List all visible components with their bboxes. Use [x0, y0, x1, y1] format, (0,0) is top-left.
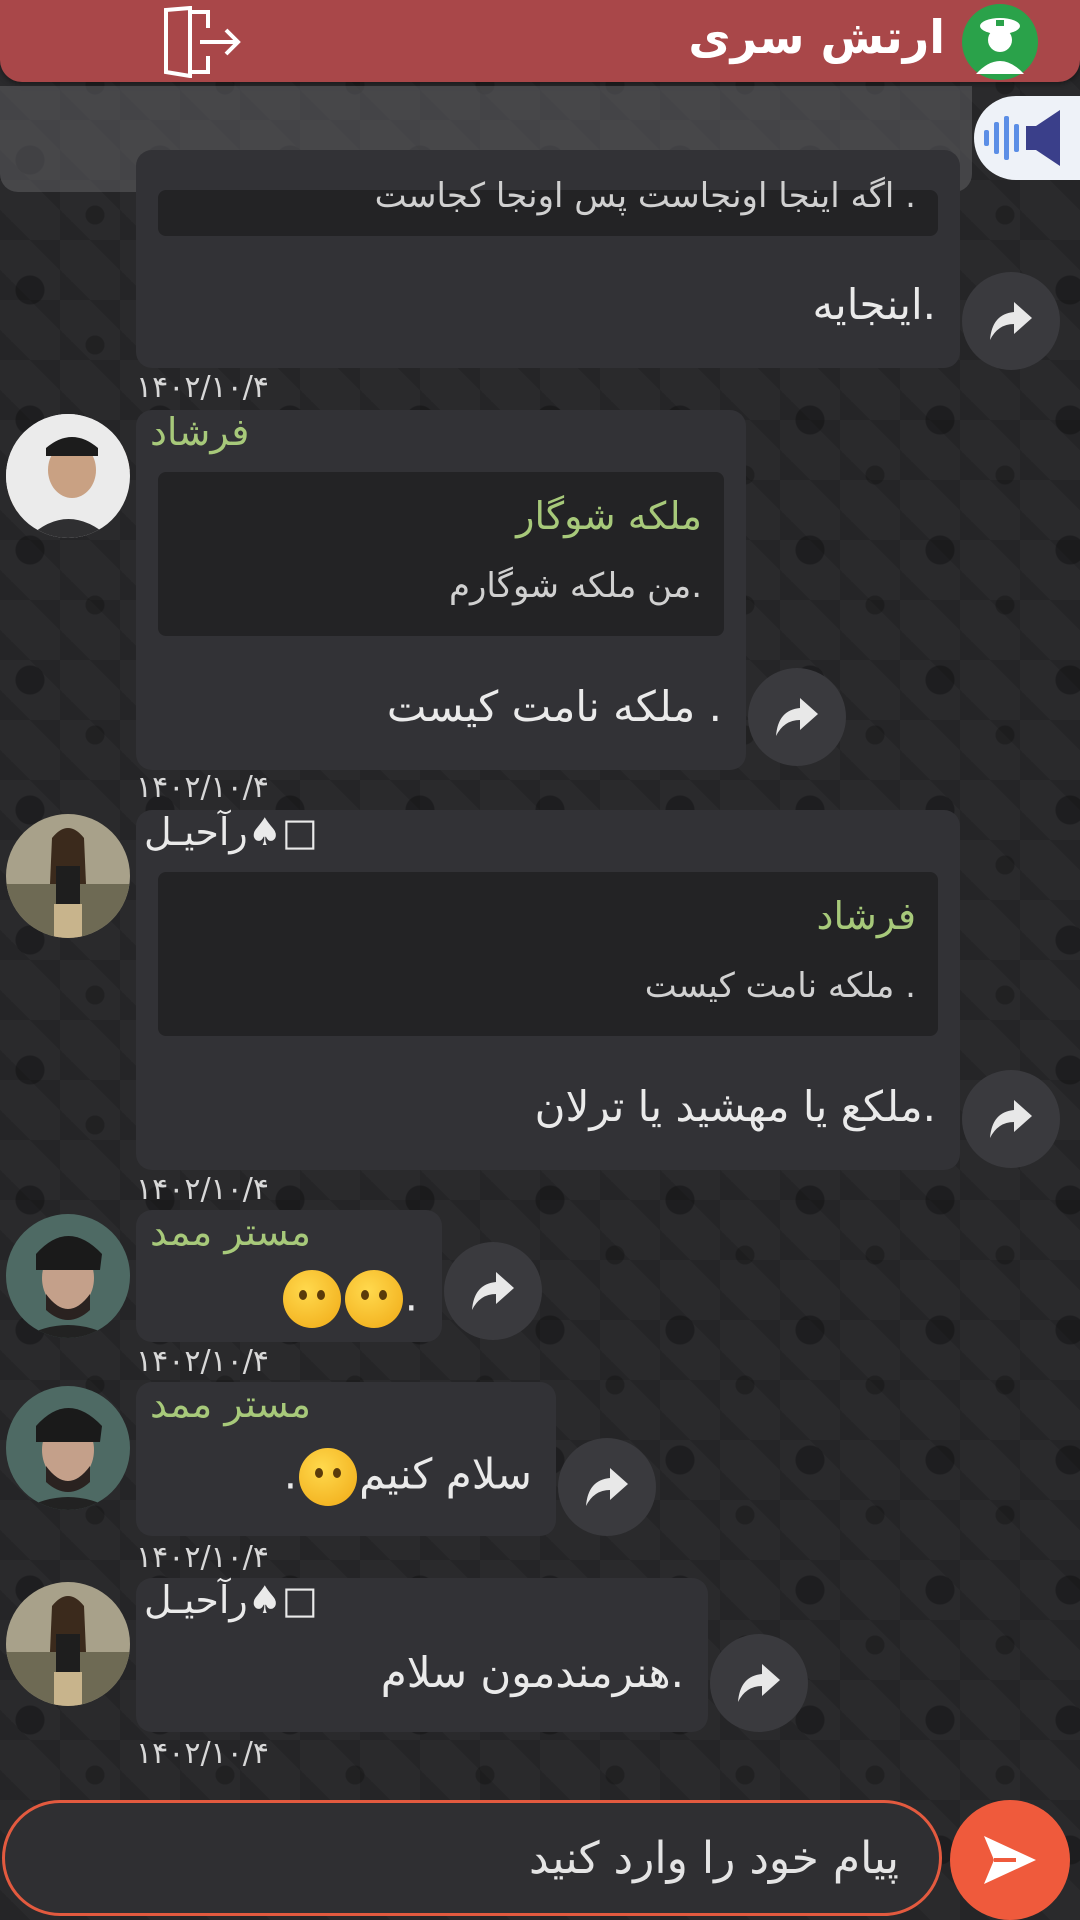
message-bubble[interactable]: مستر ممد .	[136, 1210, 442, 1342]
message-bubble[interactable]: رآحیـل♠□ فرشاد ملکه نامت کیست . ملکع یا …	[136, 810, 960, 1170]
forward-icon[interactable]	[710, 1634, 808, 1732]
forward-icon[interactable]	[558, 1438, 656, 1536]
forward-icon[interactable]	[962, 1070, 1060, 1168]
quoted-text: من ملکه شوگارم.	[448, 566, 702, 606]
sender-name: رآحیـل♠□	[144, 1578, 318, 1622]
message-text: .	[281, 1270, 418, 1328]
exit-door-icon[interactable]	[160, 5, 244, 79]
sender-name: رآحیـل♠□	[144, 810, 318, 854]
message-bubble[interactable]: رآحیـل♠□ هنرمندمون سلام.	[136, 1578, 708, 1732]
thinking-face-icon	[299, 1448, 358, 1506]
message-bubble[interactable]: اگه اینجا اونجاست پس اونجا کجاست . اینجا…	[136, 150, 960, 368]
message-date: ۱۴۰۲/۱۰/۴	[136, 1344, 270, 1379]
quoted-message: اگه اینجا اونجاست پس اونجا کجاست .	[158, 176, 938, 236]
sender-name: مستر ممد	[150, 1210, 312, 1254]
avatar[interactable]	[6, 1386, 130, 1510]
avatar[interactable]	[6, 414, 130, 538]
forward-icon[interactable]	[962, 272, 1060, 370]
send-arrow-icon	[984, 1836, 1036, 1884]
quoted-sender: فرشاد	[816, 894, 916, 938]
message-text: . سلام کنیم	[284, 1448, 532, 1506]
message-date: ۱۴۰۲/۱۰/۴	[136, 1736, 270, 1771]
sender-name: مستر ممد	[150, 1382, 312, 1426]
quoted-message: ملکه شوگار من ملکه شوگارم.	[158, 472, 724, 636]
forward-icon[interactable]	[444, 1242, 542, 1340]
message-input-wrapper	[2, 1800, 942, 1916]
message-date: ۱۴۰۲/۱۰/۴	[136, 1540, 270, 1575]
message-text: هنرمندمون سلام.	[380, 1648, 684, 1697]
page-title: ارتش سری	[688, 10, 945, 64]
message-date: ۱۴۰۲/۱۰/۴	[136, 770, 270, 805]
avatar[interactable]	[6, 1214, 130, 1338]
send-button[interactable]	[950, 1800, 1070, 1920]
voice-wave-icon[interactable]	[974, 96, 1080, 180]
message-text: ملکع یا مهشید یا ترلان.	[534, 1082, 936, 1131]
thinking-face-icon	[282, 1270, 341, 1328]
quoted-text: ملکه نامت کیست .	[644, 966, 916, 1006]
quoted-sender: ملکه شوگار	[516, 494, 702, 538]
message-date: ۱۴۰۲/۱۰/۴	[136, 370, 270, 405]
forward-icon[interactable]	[748, 668, 846, 766]
message-text: اینجایه.	[812, 280, 936, 329]
soldier-avatar-icon[interactable]	[962, 4, 1038, 80]
message-text: ملکه نامت کیست .	[386, 682, 722, 731]
message-bubble[interactable]: مستر ممد . سلام کنیم	[136, 1382, 556, 1536]
avatar[interactable]	[6, 1582, 130, 1706]
quoted-message: فرشاد ملکه نامت کیست .	[158, 872, 938, 1036]
thinking-face-icon	[344, 1270, 403, 1328]
avatar[interactable]	[6, 814, 130, 938]
app-header: ارتش سری	[0, 0, 1080, 82]
message-date: ۱۴۰۲/۱۰/۴	[136, 1172, 270, 1207]
message-input[interactable]	[5, 1803, 939, 1913]
quoted-text: اگه اینجا اونجاست پس اونجا کجاست .	[374, 176, 916, 216]
message-bubble[interactable]: فرشاد ملکه شوگار من ملکه شوگارم. ملکه نا…	[136, 410, 746, 770]
sender-name: فرشاد	[150, 410, 250, 454]
